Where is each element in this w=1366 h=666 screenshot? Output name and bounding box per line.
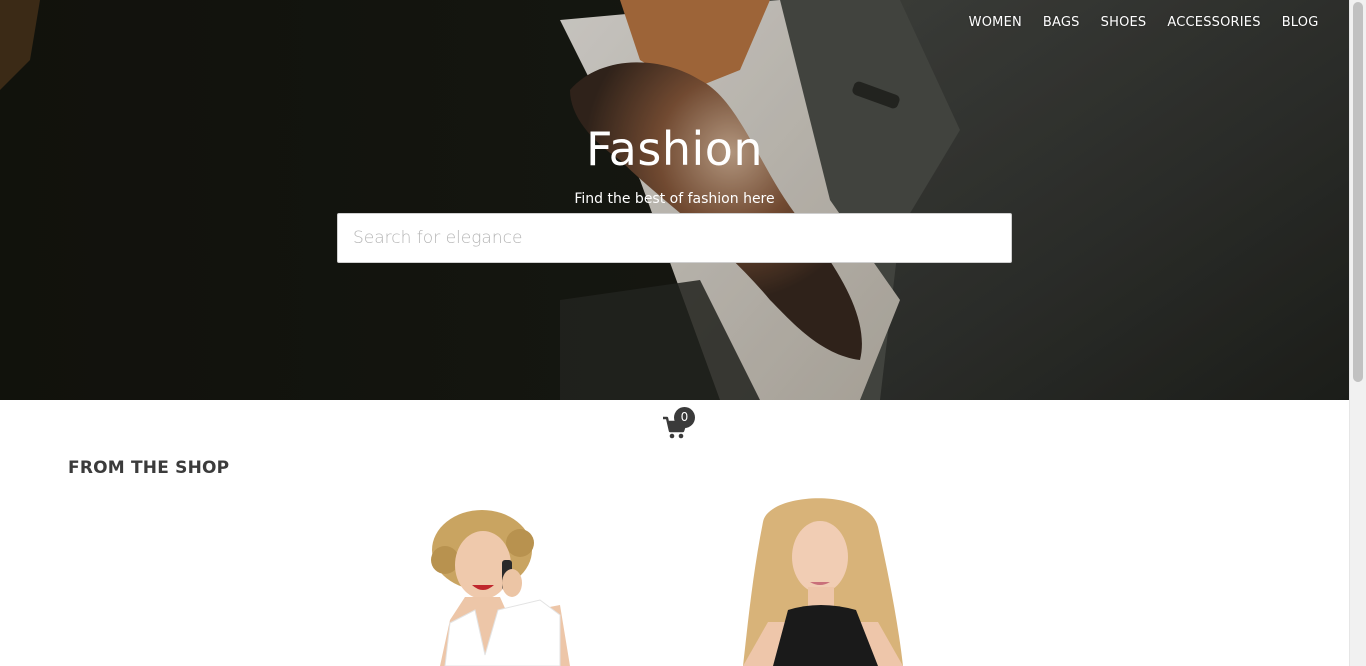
nav-item-bags[interactable]: BAGS (1032, 15, 1090, 30)
product-image-woman-white-top[interactable] (420, 505, 590, 666)
product-image-woman-black-top[interactable] (728, 492, 918, 666)
main-nav: WOMEN BAGS SHOES ACCESSORIES BLOG (958, 15, 1329, 30)
hero-title: Fashion (585, 122, 764, 176)
search-input[interactable] (337, 213, 1012, 263)
nav-item-accessories[interactable]: ACCESSORIES (1157, 15, 1271, 30)
scrollbar-thumb[interactable] (1353, 2, 1363, 382)
cart-count-badge: 0 (674, 407, 695, 428)
page-scrollbar[interactable] (1349, 0, 1366, 666)
product-photo (743, 498, 903, 666)
section-title-from-the-shop: FROM THE SHOP (68, 458, 230, 478)
product-photo (431, 510, 570, 666)
cart-button[interactable]: 0 (662, 407, 702, 443)
nav-item-women[interactable]: WOMEN (958, 15, 1032, 30)
hero-banner: WOMEN BAGS SHOES ACCESSORIES BLOG Fashio… (0, 0, 1349, 400)
nav-item-blog[interactable]: BLOG (1271, 15, 1329, 30)
hero-subtitle: Find the best of fashion here (574, 191, 775, 207)
nav-item-shoes[interactable]: SHOES (1090, 15, 1157, 30)
